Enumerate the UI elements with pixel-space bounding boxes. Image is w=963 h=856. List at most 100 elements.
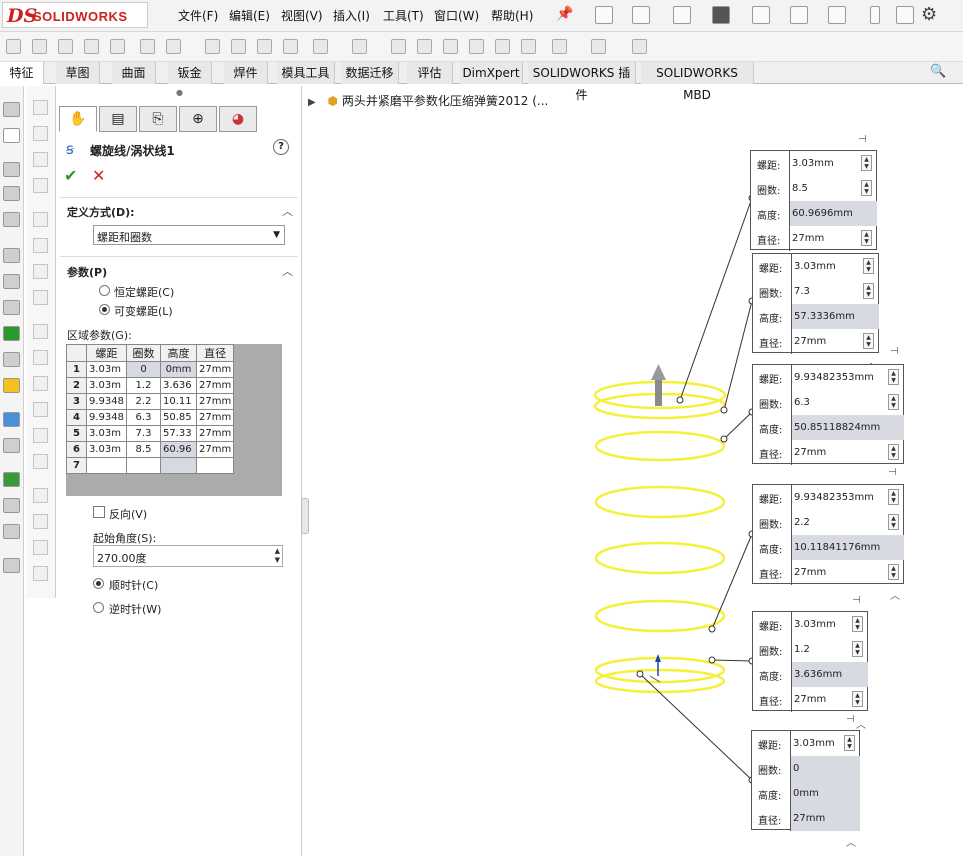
diameter-cell[interactable]: 27mm [195, 361, 235, 378]
turns-cell[interactable]: 7.3 [126, 425, 161, 442]
angle-icon[interactable] [3, 128, 20, 143]
constant-pitch-radio[interactable] [99, 285, 110, 296]
tab-sheet-metal[interactable]: 钣金 [168, 62, 212, 84]
lofted-cut-icon[interactable] [257, 39, 272, 54]
ok-check-icon[interactable]: ✔ [64, 166, 77, 185]
curves-icon[interactable] [591, 39, 606, 54]
spin-arrows-icon[interactable]: ▲ ▼ [888, 394, 899, 410]
tab-sketch[interactable]: 草图 [56, 62, 100, 84]
location-icon[interactable] [3, 326, 20, 341]
reverse-checkbox[interactable] [93, 506, 105, 518]
open-icon[interactable] [632, 6, 650, 24]
swept-cut-icon[interactable] [231, 39, 246, 54]
tool-icon[interactable] [33, 100, 48, 115]
pitch-cell[interactable]: 3.03m [86, 441, 127, 458]
tool-icon[interactable] [33, 324, 48, 339]
assembly-icon[interactable] [3, 186, 20, 201]
fillet-icon[interactable] [313, 39, 328, 54]
tool-icon[interactable] [33, 126, 48, 141]
collapse-chevron-icon[interactable]: ︿ [282, 203, 293, 219]
tool-icon[interactable] [33, 402, 48, 417]
text-icon[interactable] [3, 524, 20, 539]
gear-small-icon[interactable] [3, 248, 20, 263]
turns-cell[interactable] [126, 457, 161, 474]
shell-icon[interactable] [469, 39, 484, 54]
spin-arrows-icon[interactable]: ▲ ▼ [888, 489, 899, 505]
panel-grip[interactable]: ● [176, 88, 183, 97]
spin-arrows-icon[interactable]: ▲ ▼ [863, 333, 874, 349]
tool-icon[interactable] [33, 178, 48, 193]
collapse-chevron-icon[interactable]: ︿ [846, 834, 856, 849]
pin-icon[interactable]: ⊣ [888, 467, 897, 478]
reference-geometry-icon[interactable] [552, 39, 567, 54]
tab-features[interactable]: 特征 [0, 62, 44, 84]
pitch-cell[interactable]: 3.03m [86, 425, 127, 442]
pin-icon[interactable]: ⊣ [858, 134, 867, 145]
spin-arrows-icon[interactable]: ▲ ▼ [863, 283, 874, 299]
pitch-cell[interactable]: 3.03m [86, 361, 127, 378]
spin-arrows-icon[interactable]: ▲ ▼ [863, 258, 874, 274]
collapse-chevron-icon[interactable]: ︿ [856, 716, 866, 731]
pitch-cell[interactable] [86, 457, 127, 474]
tool-icon[interactable] [33, 238, 48, 253]
turns-cell[interactable]: 1.2 [126, 377, 161, 394]
tool-icon[interactable] [33, 428, 48, 443]
spin-arrows-icon[interactable]: ▲ ▼ [844, 735, 855, 751]
print-icon[interactable] [712, 6, 730, 24]
boundary-cut-icon[interactable] [283, 39, 298, 54]
tab-dimxpert-manager[interactable]: ⊕ [179, 106, 217, 132]
spin-arrows-icon[interactable]: ▲ ▼ [275, 547, 280, 565]
select-icon[interactable] [828, 6, 846, 24]
linear-pattern-icon[interactable] [352, 39, 367, 54]
display-icon[interactable] [3, 162, 20, 177]
sphere-icon[interactable] [3, 212, 20, 227]
region-callout[interactable]: 螺距: 3.03mm ▲ ▼ 圈数: 8.5 ▲ ▼ 高度: 60.9696mm 直径: 27m… [750, 150, 877, 251]
tab-property-manager[interactable]: ▤ [99, 106, 137, 132]
spin-arrows-icon[interactable]: ▲ ▼ [852, 641, 863, 657]
region-callout[interactable]: 螺距: 3.03mm ▲ ▼ 圈数: 0 高度: 0mm 直径: 27mm [751, 730, 860, 831]
tool-icon[interactable] [33, 376, 48, 391]
tab-configuration-manager[interactable]: ⎘ [139, 106, 177, 132]
intersect-icon[interactable] [521, 39, 536, 54]
binoculars-icon[interactable] [3, 438, 20, 453]
pitch-cell[interactable]: 3.03m [86, 377, 127, 394]
extrude-boss-icon[interactable] [6, 39, 21, 54]
region-callout[interactable]: 螺距: 9.93482353mm ▲ ▼ 圈数: 2.2 ▲ ▼ 高度: 10.1184117… [752, 484, 904, 585]
flower-icon[interactable] [3, 274, 20, 289]
rib-icon[interactable] [391, 39, 406, 54]
tool-icon[interactable] [33, 212, 48, 227]
menu-help[interactable]: 帮助(H) [491, 7, 533, 24]
tab-evaluate[interactable]: 评估 [407, 62, 453, 84]
pitch-cell[interactable]: 9.9348 [86, 409, 127, 426]
tab-dimxpert[interactable]: DimXpert [460, 62, 523, 84]
definition-dropdown[interactable]: 螺距和圈数 ▼ [93, 225, 285, 245]
loft-icon[interactable] [84, 39, 99, 54]
region-callout[interactable]: 螺距: 3.03mm ▲ ▼ 圈数: 7.3 ▲ ▼ 高度: 57.3336mm 直径: 27m… [752, 253, 879, 354]
diameter-cell[interactable] [195, 457, 235, 474]
tool-icon[interactable] [33, 566, 48, 581]
gear-icon[interactable]: ⚙ [921, 4, 937, 25]
spin-arrows-icon[interactable]: ▲ ▼ [861, 230, 872, 246]
spin-arrows-icon[interactable]: ▲ ▼ [852, 616, 863, 632]
turns-cell[interactable]: 8.5 [126, 441, 161, 458]
diameter-cell[interactable]: 27mm [195, 409, 235, 426]
tab-weldments[interactable]: 焊件 [224, 62, 268, 84]
file-properties-icon[interactable] [896, 6, 914, 24]
connector-icon[interactable] [3, 378, 20, 393]
pitch-cell[interactable]: 9.9348 [86, 393, 127, 410]
region-callout[interactable]: 螺距: 3.03mm ▲ ▼ 圈数: 1.2 ▲ ▼ 高度: 3.636mm 直径: 27mm ▲… [752, 611, 868, 712]
revolve-boss-icon[interactable] [32, 39, 47, 54]
height-cell[interactable]: 10.11 [160, 393, 197, 410]
sweep-icon[interactable] [58, 39, 73, 54]
menu-tools[interactable]: 工具(T) [383, 7, 424, 24]
start-angle-input[interactable]: 270.00度 ▲ ▼ [93, 545, 283, 567]
tab-solidworks-addins[interactable]: SOLIDWORKS 插件 [528, 62, 636, 102]
pin-icon[interactable]: 📌 [556, 6, 573, 22]
redo-icon[interactable] [790, 6, 808, 24]
tool-icon[interactable] [33, 454, 48, 469]
hole-wizard-icon[interactable] [166, 39, 181, 54]
revolve-cut-icon[interactable] [205, 39, 220, 54]
tool-icon[interactable] [33, 514, 48, 529]
search-icon[interactable] [3, 412, 20, 427]
pin-icon[interactable]: ⊣ [890, 346, 899, 357]
